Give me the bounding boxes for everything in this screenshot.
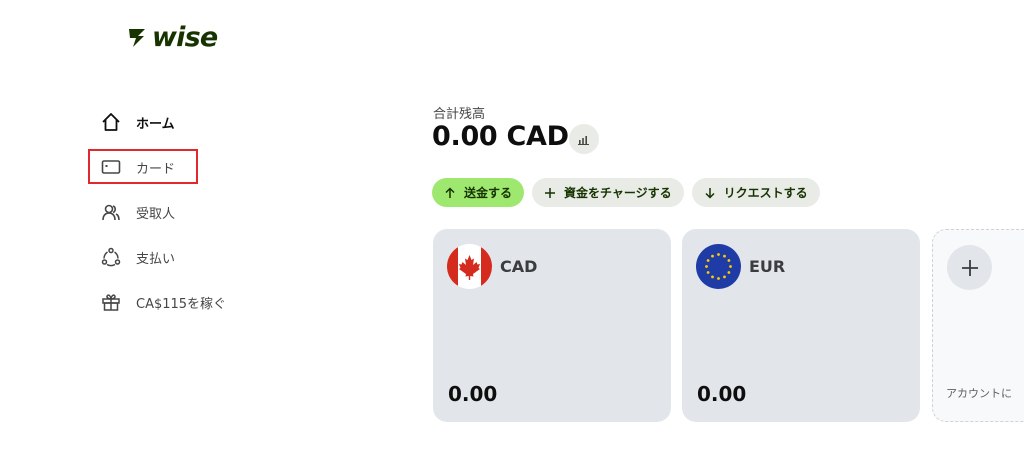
arrow-up-icon bbox=[443, 186, 457, 200]
add-money-button[interactable]: 資金をチャージする bbox=[532, 178, 684, 207]
plus-icon bbox=[961, 259, 978, 276]
balance-chart-button[interactable] bbox=[569, 124, 599, 154]
sidebar-item-home[interactable]: ホーム bbox=[100, 105, 280, 139]
add-account-button[interactable] bbox=[947, 245, 992, 290]
gift-icon bbox=[100, 291, 122, 313]
home-icon bbox=[100, 111, 122, 133]
add-account-label: アカウントに bbox=[946, 387, 1012, 400]
account-currency-code: EUR bbox=[749, 257, 786, 276]
sidebar-item-label: ホーム bbox=[136, 116, 175, 132]
arrow-down-icon bbox=[703, 186, 717, 200]
total-balance-amount: 0.00 CAD bbox=[432, 121, 569, 152]
canada-flag-icon bbox=[447, 244, 492, 289]
account-balance: 0.00 bbox=[697, 382, 747, 406]
account-currency-code: CAD bbox=[500, 257, 538, 276]
app-root: wise ホーム カード 受取人 支払い CA$115を稼ぐ 合計残高 0.00… bbox=[0, 0, 1024, 449]
action-buttons: 送金する 資金をチャージする リクエストする bbox=[432, 178, 820, 207]
plus-icon bbox=[543, 186, 557, 200]
sidebar-item-label: 受取人 bbox=[136, 206, 176, 222]
add-money-button-label: 資金をチャージする bbox=[564, 186, 672, 200]
payments-icon bbox=[100, 246, 122, 268]
highlight-annotation bbox=[88, 149, 198, 184]
sidebar-item-payments[interactable]: 支払い bbox=[100, 240, 280, 274]
eu-flag-icon bbox=[696, 244, 741, 289]
request-button[interactable]: リクエストする bbox=[691, 178, 820, 207]
sidebar-item-recipients[interactable]: 受取人 bbox=[100, 195, 280, 229]
account-card-cad[interactable]: CAD 0.00 bbox=[433, 229, 671, 422]
add-account-card[interactable]: アカウントに bbox=[932, 229, 1024, 422]
send-button[interactable]: 送金する bbox=[432, 178, 525, 207]
account-card-eur[interactable]: EUR 0.00 bbox=[682, 229, 920, 422]
sidebar-item-label: CA$115を稼ぐ bbox=[136, 296, 227, 312]
account-balance: 0.00 bbox=[448, 382, 498, 406]
wise-logo[interactable]: wise bbox=[127, 20, 218, 54]
sidebar-item-earn[interactable]: CA$115を稼ぐ bbox=[100, 285, 280, 319]
bar-chart-icon bbox=[578, 136, 589, 145]
sidebar-item-label: 支払い bbox=[136, 251, 176, 267]
send-button-label: 送金する bbox=[464, 186, 513, 200]
wise-logo-text: wise bbox=[152, 21, 218, 53]
wise-flag-icon bbox=[129, 29, 145, 47]
total-balance-label: 合計残高 bbox=[433, 107, 486, 122]
recipients-icon bbox=[100, 201, 122, 223]
request-button-label: リクエストする bbox=[723, 186, 808, 200]
